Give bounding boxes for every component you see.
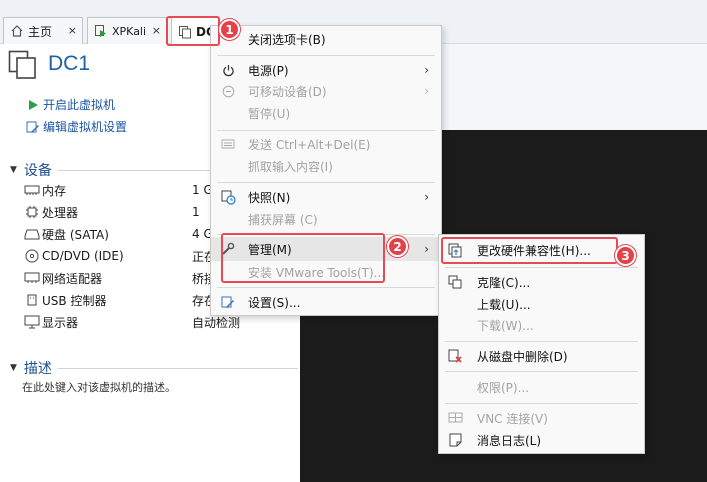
tab-xpkali[interactable]: XPKali × xyxy=(87,17,167,44)
cpu-icon xyxy=(24,205,40,219)
menu-item-download[interactable]: 下载(W)... xyxy=(439,314,644,336)
vm-large-icon xyxy=(8,50,38,80)
message-log-icon xyxy=(447,432,463,448)
chevron-right-icon: › xyxy=(424,63,429,77)
cd-icon xyxy=(24,249,40,263)
hard-disk-icon xyxy=(24,227,40,241)
edit-settings-icon xyxy=(26,120,40,134)
menu-separator xyxy=(445,371,638,372)
menu-item-grab-input[interactable]: 抓取输入内容(I) xyxy=(211,155,441,177)
keyboard-icon xyxy=(220,136,236,152)
menu-item-upload[interactable]: 上载(U)... xyxy=(439,293,644,315)
menu-item-change-hardware-compat[interactable]: 更改硬件兼容性(H)... xyxy=(439,239,644,261)
description-placeholder[interactable]: 在此处键入对该虚拟机的描述。 xyxy=(22,379,176,395)
menu-item-message-log[interactable]: 消息日志(L) xyxy=(439,429,644,451)
step-marker-2: 2 xyxy=(387,236,408,257)
step-marker-1: 1 xyxy=(219,19,240,40)
menu-separator xyxy=(217,287,435,288)
menu-separator xyxy=(445,341,638,342)
vnc-icon xyxy=(447,410,463,426)
power-icon xyxy=(220,62,236,78)
menu-item-permissions[interactable]: 权限(P)... xyxy=(439,376,644,398)
menu-item-snapshot[interactable]: 快照(N) › xyxy=(211,186,441,208)
power-on-link[interactable]: 开启此虚拟机 xyxy=(26,96,115,113)
tab-label: 主页 xyxy=(28,24,53,39)
menu-separator xyxy=(445,267,638,268)
memory-icon xyxy=(24,183,40,197)
vm-running-icon xyxy=(94,24,108,38)
hardware-compat-icon xyxy=(447,242,463,258)
manage-submenu: 更改硬件兼容性(H)... 克隆(C)... 上载(U)... 下载(W)...… xyxy=(438,234,645,454)
tab-label: XPKali xyxy=(112,24,147,38)
menu-item-removable-devices[interactable]: 可移动设备(D) › xyxy=(211,80,441,102)
close-icon[interactable]: × xyxy=(152,24,161,37)
home-icon xyxy=(10,24,24,38)
close-icon[interactable]: × xyxy=(68,24,77,37)
network-icon xyxy=(24,271,40,285)
delete-from-disk-icon xyxy=(447,348,463,364)
chevron-right-icon: › xyxy=(424,190,429,204)
collapse-triangle-icon: ▼ xyxy=(10,165,17,175)
step-marker-3: 3 xyxy=(615,245,636,266)
edit-settings-link[interactable]: 编辑虚拟机设置 xyxy=(26,118,127,135)
vm-title: DC1 xyxy=(48,52,91,75)
snapshot-icon xyxy=(220,189,236,205)
menu-separator xyxy=(217,55,435,56)
divider xyxy=(58,368,298,369)
collapse-triangle-icon: ▼ xyxy=(10,363,17,373)
menu-item-settings[interactable]: 设置(S)... xyxy=(211,291,441,313)
removable-device-icon xyxy=(220,83,236,99)
menu-item-delete-from-disk[interactable]: 从磁盘中删除(D) xyxy=(439,345,644,367)
usb-icon xyxy=(24,293,40,307)
chevron-right-icon: › xyxy=(424,242,429,256)
menu-separator xyxy=(217,234,435,235)
menu-separator xyxy=(217,182,435,183)
menu-item-install-vmware-tools[interactable]: 安装 VMware Tools(T)... xyxy=(211,261,441,283)
play-icon xyxy=(26,98,40,112)
menu-item-clone[interactable]: 克隆(C)... xyxy=(439,271,644,293)
menu-separator xyxy=(217,130,435,131)
menu-item-capture-screen[interactable]: 捕获屏幕 (C) xyxy=(211,208,441,230)
devices-heading[interactable]: ▼ 设备 xyxy=(10,160,52,180)
vm-icon xyxy=(178,25,192,39)
menu-separator xyxy=(445,403,638,404)
monitor-icon xyxy=(24,315,40,329)
menu-item-send-ctrl-alt-del[interactable]: 发送 Ctrl+Alt+Del(E) xyxy=(211,133,441,155)
edit-settings-icon xyxy=(220,294,236,310)
menu-item-pause[interactable]: 暂停(U) xyxy=(211,102,441,124)
tab-context-menu: 关闭选项卡(B) 电源(P) › 可移动设备(D) › 暂停(U) 发送 Ctr… xyxy=(210,25,442,316)
menu-item-vnc-connection[interactable]: VNC 连接(V) xyxy=(439,407,644,429)
wrench-icon xyxy=(220,241,236,257)
menu-item-close-tab[interactable]: 关闭选项卡(B) xyxy=(211,28,441,50)
description-heading[interactable]: ▼ 描述 xyxy=(10,358,52,378)
tab-home[interactable]: 主页 × xyxy=(3,17,83,44)
clone-icon xyxy=(447,274,463,290)
chevron-right-icon: › xyxy=(424,84,429,98)
menu-item-power[interactable]: 电源(P) › xyxy=(211,59,441,81)
